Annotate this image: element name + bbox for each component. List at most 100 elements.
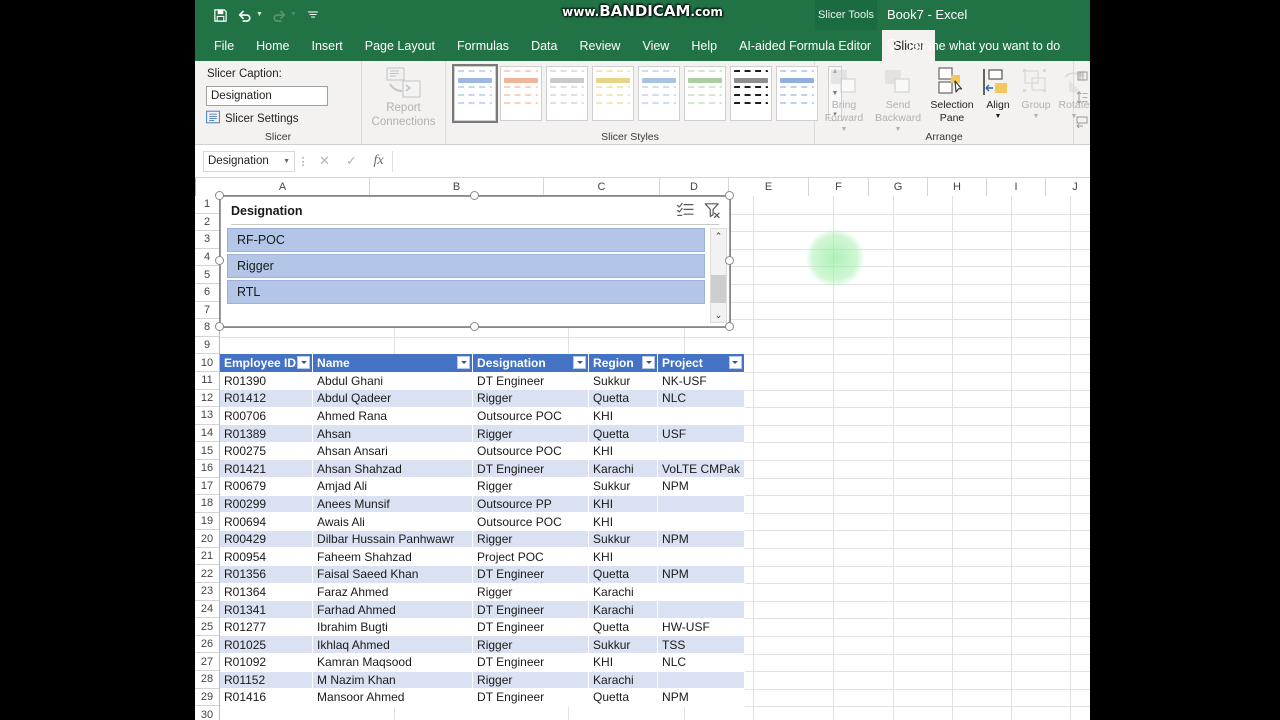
table-row[interactable]: R01152 M Nazim Khan Rigger Karachi (220, 671, 745, 690)
table-cell[interactable]: Quetta (588, 389, 659, 408)
tab-insert[interactable]: Insert (301, 30, 354, 61)
row-header-7[interactable]: 7 (195, 302, 219, 320)
designation-slicer[interactable]: Designation RF-POC Rigger RTL ⌃ ⌄ (220, 196, 730, 327)
tab-data[interactable]: Data (520, 30, 568, 61)
table-cell[interactable]: R00429 (220, 530, 314, 549)
table-cell[interactable]: Mansoor Ahmed (312, 688, 474, 707)
table-cell[interactable]: NPM (657, 477, 745, 496)
table-cell[interactable]: NLC (657, 653, 745, 672)
table-cell[interactable]: DT Engineer (472, 371, 590, 391)
select-all-corner[interactable] (195, 178, 196, 196)
table-cell[interactable]: Ahsan Shahzad (312, 459, 474, 479)
table-cell[interactable]: Outsource POC (472, 407, 590, 426)
row-header-20[interactable]: 20 (195, 530, 219, 548)
table-cell[interactable]: Amjad Ali (312, 477, 474, 496)
table-row[interactable]: R00954 Faheem Shahzad Project POC KHI (220, 547, 745, 567)
filter-dropdown-icon[interactable] (573, 356, 587, 370)
table-cell[interactable]: KHI (588, 547, 659, 567)
table-cell[interactable]: Sukkur (588, 635, 659, 654)
row-header-18[interactable]: 18 (195, 495, 219, 513)
row-header-17[interactable]: 17 (195, 478, 219, 496)
tab-formulas[interactable]: Formulas (446, 30, 520, 61)
table-cell[interactable] (657, 495, 745, 514)
table-row[interactable]: R01025 Ikhlaq Ahmed Rigger Sukkur TSS (220, 635, 745, 654)
table-cell[interactable]: R00679 (220, 477, 314, 496)
table-cell[interactable]: KHI (588, 407, 659, 426)
table-row[interactable]: R01356 Faisal Saeed Khan DT Engineer Quetta… (220, 565, 745, 584)
table-cell[interactable]: NPM (657, 565, 745, 584)
table-cell[interactable]: R01389 (220, 424, 314, 443)
slicer-style-style-light-blue-2[interactable] (638, 66, 680, 121)
cancel-icon[interactable]: ✕ (311, 150, 338, 172)
table-cell[interactable]: R00694 (220, 512, 314, 531)
table-cell[interactable]: R00275 (220, 442, 314, 461)
row-header-11[interactable]: 11 (195, 372, 219, 390)
save-icon[interactable] (209, 4, 231, 26)
row-header-30[interactable]: 30 (195, 706, 219, 720)
table-cell[interactable]: Sukkur (588, 371, 659, 391)
table-row[interactable]: R00694 Awais Ali Outsource POC KHI (220, 512, 745, 531)
table-column-header[interactable]: Region (588, 354, 659, 372)
row-header-28[interactable]: 28 (195, 671, 219, 689)
table-cell[interactable]: Quetta (588, 618, 659, 637)
table-cell[interactable]: R01092 (220, 653, 314, 672)
row-header-14[interactable]: 14 (195, 425, 219, 443)
table-cell[interactable]: VoLTE CMPak (657, 459, 745, 479)
slicer-style-style-light-gray[interactable] (546, 66, 588, 121)
table-cell[interactable]: DT Engineer (472, 618, 590, 637)
table-cell[interactable]: R00954 (220, 547, 314, 567)
resize-handle-top-center[interactable] (470, 191, 479, 200)
size-width-icon[interactable] (1076, 69, 1088, 87)
row-header-2[interactable]: 2 (195, 214, 219, 232)
table-cell[interactable]: Ikhlaq Ahmed (312, 635, 474, 654)
wrap-text-icon[interactable] (1076, 115, 1088, 133)
table-cell[interactable]: Quetta (588, 565, 659, 584)
column-header-F[interactable]: F (809, 178, 869, 196)
table-cell[interactable]: DT Engineer (472, 688, 590, 707)
table-cell[interactable]: R00299 (220, 495, 314, 514)
table-cell[interactable]: DT Engineer (472, 653, 590, 672)
table-cell[interactable]: Anees Munsif (312, 495, 474, 514)
table-cell[interactable]: Sukkur (588, 477, 659, 496)
table-cell[interactable]: Rigger (472, 389, 590, 408)
slicer-style-style-light-green[interactable] (684, 66, 726, 121)
table-cell[interactable]: Sukkur (588, 530, 659, 549)
slicer-caption-input[interactable]: Designation (206, 86, 328, 106)
table-cell[interactable]: Project POC (472, 547, 590, 567)
table-cell[interactable]: Ahsan Ansari (312, 442, 474, 461)
row-header-5[interactable]: 5 (195, 266, 219, 284)
table-cell[interactable] (657, 671, 745, 690)
resize-handle-bottom-right[interactable] (725, 322, 734, 331)
table-cell[interactable]: Outsource PP (472, 495, 590, 514)
undo-dropdown-icon[interactable]: ▼ (256, 4, 263, 26)
table-cell[interactable]: R01341 (220, 600, 314, 619)
slicer-settings-button[interactable]: Slicer Settings (206, 110, 299, 127)
table-cell[interactable]: USF (657, 424, 745, 443)
customize-qat-icon[interactable] (302, 4, 324, 26)
table-cell[interactable]: Rigger (472, 671, 590, 690)
table-row[interactable]: R01092 Kamran Maqsood DT Engineer KHI NLC (220, 653, 745, 672)
table-cell[interactable]: KHI (588, 495, 659, 514)
column-header-E[interactable]: E (729, 178, 809, 196)
row-header-19[interactable]: 19 (195, 513, 219, 531)
table-cell[interactable] (657, 600, 745, 619)
table-cell[interactable] (657, 407, 745, 426)
table-cell[interactable]: Faraz Ahmed (312, 583, 474, 602)
tab-page-layout[interactable]: Page Layout (354, 30, 446, 61)
table-cell[interactable]: Abdul Ghani (312, 371, 474, 391)
tab-view[interactable]: View (631, 30, 680, 61)
table-cell[interactable]: NPM (657, 688, 745, 707)
row-header-24[interactable]: 24 (195, 601, 219, 619)
table-cell[interactable]: R01152 (220, 671, 314, 690)
table-cell[interactable]: Quetta (588, 688, 659, 707)
slicer-scroll-up-icon[interactable]: ⌃ (715, 229, 723, 243)
slicer-scrollbar[interactable]: ⌃ ⌄ (710, 228, 727, 323)
table-cell[interactable]: DT Engineer (472, 459, 590, 479)
table-row[interactable]: R00299 Anees Munsif Outsource PP KHI (220, 495, 745, 514)
row-header-22[interactable]: 22 (195, 565, 219, 584)
table-row[interactable]: R00706 Ahmed Rana Outsource POC KHI (220, 407, 745, 426)
table-column-header[interactable]: Employee ID (220, 354, 314, 372)
name-box-dropdown-icon[interactable]: ▼ (283, 158, 290, 165)
slicer-item[interactable]: RF-POC (227, 228, 705, 252)
filter-dropdown-icon[interactable] (457, 356, 471, 370)
